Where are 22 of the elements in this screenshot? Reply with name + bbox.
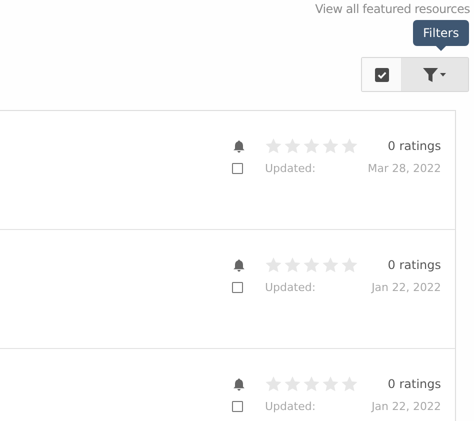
ratings-count: 0 ratings xyxy=(386,139,441,153)
filter-button[interactable] xyxy=(402,58,468,91)
select-checkbox[interactable] xyxy=(232,400,243,412)
filter-icon xyxy=(423,66,447,82)
select-button[interactable] xyxy=(362,58,402,91)
updated-date: Jan 22, 2022 xyxy=(370,400,441,412)
featured-resources-link[interactable]: View all featured resources xyxy=(315,2,470,19)
select-checkbox[interactable] xyxy=(232,282,243,292)
updated-label: Updated: xyxy=(265,162,317,174)
filters-tooltip: Filters xyxy=(413,20,469,46)
ratings-count: 0 ratings xyxy=(386,258,441,272)
updated-label: Updated: xyxy=(265,400,317,412)
updated-date: Mar 28, 2022 xyxy=(366,162,441,174)
bell-icon[interactable] xyxy=(233,378,245,390)
bell-icon[interactable] xyxy=(233,258,245,272)
ratings-count: 0 ratings xyxy=(386,377,441,391)
checkbox-icon xyxy=(374,68,388,82)
select-checkbox[interactable] xyxy=(232,162,243,174)
bell-icon[interactable] xyxy=(233,140,245,152)
updated-label: Updated: xyxy=(265,280,317,294)
updated-date: Jan 22, 2022 xyxy=(370,280,441,294)
tooltip-arrow xyxy=(436,46,446,51)
